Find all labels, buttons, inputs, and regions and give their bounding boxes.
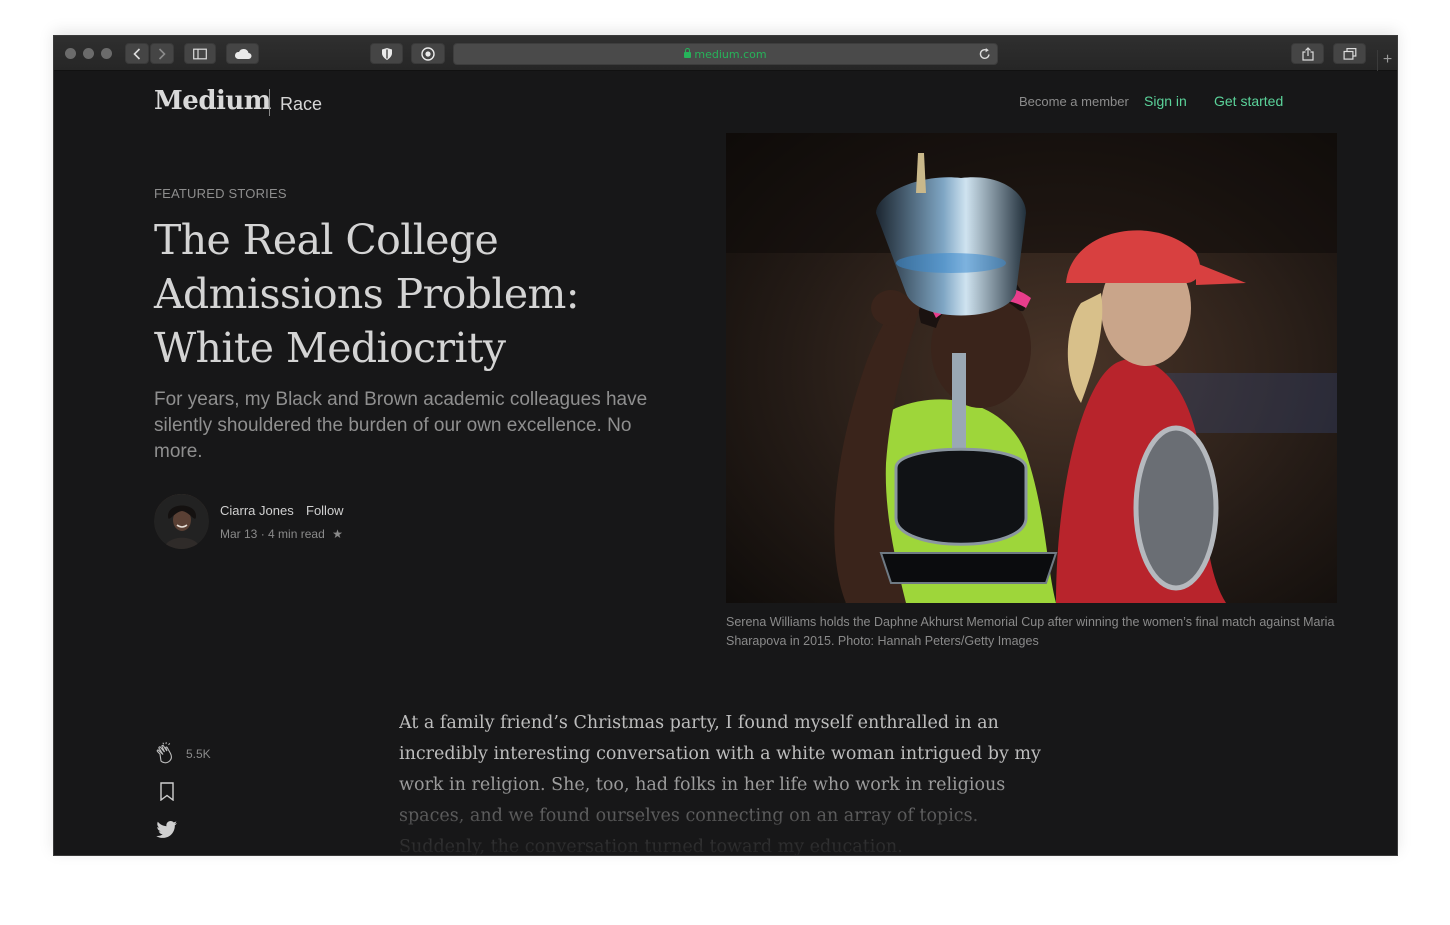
become-member-link[interactable]: Become a member xyxy=(1019,94,1129,109)
share-button[interactable] xyxy=(1291,43,1324,64)
hero-photo xyxy=(726,133,1337,603)
read-time: 4 min read xyxy=(268,527,325,541)
cloud-icon xyxy=(234,48,251,59)
lock-icon xyxy=(684,48,692,58)
extension-icon xyxy=(421,46,435,61)
reload-button[interactable] xyxy=(979,47,991,65)
star-icon: ★ xyxy=(332,527,343,541)
follow-button[interactable]: Follow xyxy=(306,503,344,518)
twitter-share-button[interactable] xyxy=(156,821,178,844)
privacy-extension-button[interactable] xyxy=(370,43,403,64)
extension-button[interactable] xyxy=(411,43,445,64)
publish-date: Mar 13 xyxy=(220,527,258,541)
clap-icon xyxy=(156,742,172,764)
close-window-button[interactable] xyxy=(65,48,76,59)
icloud-tabs-button[interactable] xyxy=(226,43,259,64)
publication-section[interactable]: Race xyxy=(280,94,322,115)
author-avatar[interactable] xyxy=(154,494,209,549)
browser-toolbar: medium.com + xyxy=(54,36,1397,71)
article-meta: Mar 13 · 4 min read ★ xyxy=(220,527,343,541)
tabs-icon xyxy=(1343,47,1356,60)
forward-icon xyxy=(158,47,166,60)
address-bar[interactable]: medium.com xyxy=(453,43,998,65)
author-name[interactable]: Ciarra Jones xyxy=(220,503,294,518)
url-text: medium.com xyxy=(454,48,997,61)
plus-icon: + xyxy=(1382,51,1393,68)
browser-window: medium.com + Medium Race Become a member… xyxy=(53,35,1398,856)
sidebar-icon xyxy=(193,48,207,59)
clap-count: 5.5K xyxy=(186,747,211,761)
new-tab-button[interactable]: + xyxy=(1377,50,1397,71)
featured-stories-label[interactable]: FEATURED STORIES xyxy=(154,186,287,201)
avatar-photo xyxy=(154,494,209,549)
clap-button[interactable] xyxy=(154,741,178,770)
show-tabs-button[interactable] xyxy=(1333,43,1366,64)
shield-icon xyxy=(381,47,392,60)
logo-divider xyxy=(269,89,270,116)
forward-button[interactable] xyxy=(150,43,174,64)
twitter-icon xyxy=(156,821,177,838)
bookmark-icon xyxy=(160,782,174,802)
reload-icon xyxy=(979,48,990,59)
minimize-window-button[interactable] xyxy=(83,48,94,59)
article-subtitle: For years, my Black and Brown academic c… xyxy=(154,389,648,462)
article-body: At a family friend’s Christmas party, I … xyxy=(399,713,1041,856)
get-started-link[interactable]: Get started xyxy=(1214,93,1283,109)
image-caption: Serena Williams holds the Daphne Akhurst… xyxy=(726,615,1335,648)
article-title: The Real College Admissions Problem: Whi… xyxy=(154,216,580,372)
url-label: medium.com xyxy=(694,48,767,61)
back-icon xyxy=(133,47,141,60)
bookmark-button[interactable] xyxy=(160,782,174,806)
meta-separator: · xyxy=(260,527,269,541)
sign-in-link[interactable]: Sign in xyxy=(1144,93,1187,109)
back-button[interactable] xyxy=(125,43,149,64)
zoom-window-button[interactable] xyxy=(101,48,112,59)
share-icon xyxy=(1301,46,1314,61)
medium-logo[interactable]: Medium xyxy=(154,86,271,116)
hero-image xyxy=(726,133,1337,603)
page-content: Medium Race Become a member Sign in Get … xyxy=(54,71,1397,856)
sidebar-button[interactable] xyxy=(184,43,216,64)
